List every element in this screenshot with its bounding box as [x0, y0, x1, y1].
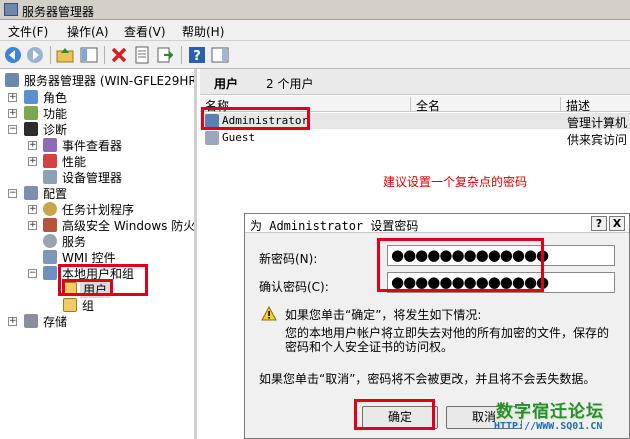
delete-icon[interactable]	[110, 46, 128, 64]
device-manager-icon	[43, 170, 57, 184]
diagnostics-icon	[24, 122, 38, 136]
panel-icon[interactable]	[211, 46, 229, 64]
wmi-icon	[43, 250, 57, 264]
cancel-info: 如果您单击“取消”，密码将不会被更改，并且将不会丢失数据。	[259, 372, 596, 386]
watermark-url: HTTP://WWW.SQ01.CN	[494, 421, 603, 432]
toolbar: ?	[0, 41, 630, 69]
properties-icon[interactable]	[133, 46, 151, 64]
menu-view[interactable]: 查看(V)	[124, 23, 166, 40]
expand-icon[interactable]: +	[28, 221, 37, 230]
tree-root[interactable]: 服务器管理器 (WIN-GFLE29HROU	[0, 72, 194, 88]
svg-text:?: ?	[193, 49, 201, 64]
dialog-title-bar: 为 Administrator 设置密码 ? X	[245, 214, 629, 233]
expand-icon[interactable]: +	[28, 141, 37, 150]
tree-item-storage[interactable]: + 存储	[0, 313, 194, 329]
column-header: 名称 全名 描述	[200, 96, 630, 113]
server-icon	[5, 73, 19, 87]
forward-icon[interactable]	[26, 46, 44, 64]
collapse-icon[interactable]: −	[8, 125, 17, 134]
table-row[interactable]: Guest 供来宾访问	[200, 130, 630, 147]
back-icon[interactable]	[4, 46, 22, 64]
export-icon[interactable]	[156, 46, 174, 64]
menu-file[interactable]: 文件(F)	[8, 23, 48, 40]
roles-icon	[24, 90, 38, 104]
menu-action[interactable]: 操作(A)	[67, 23, 109, 40]
tree-item-configuration[interactable]: − 配置	[0, 185, 194, 201]
event-viewer-icon	[43, 138, 57, 152]
tree-item-device-manager[interactable]: 设备管理器	[0, 169, 194, 185]
expand-icon[interactable]: +	[8, 317, 17, 326]
performance-icon	[43, 154, 57, 168]
col-name[interactable]: 名称	[200, 97, 411, 113]
user-count: 2 个用户	[266, 77, 314, 91]
tree-item-roles[interactable]: + 角色	[0, 89, 194, 105]
configuration-icon	[24, 186, 38, 200]
gear-icon	[43, 234, 57, 248]
table-row[interactable]: Administrator 管理计算机	[200, 113, 630, 130]
features-icon	[24, 106, 38, 120]
user-icon	[205, 131, 219, 145]
tree-item-performance[interactable]: + 性能	[0, 153, 194, 169]
storage-icon	[24, 314, 38, 328]
dialog-title: 为 Administrator 设置密码	[250, 219, 419, 233]
tree-item-wmi[interactable]: WMI 控件	[0, 249, 194, 265]
warning-line-1: 如果您单击“确定”，将发生如下情况:	[285, 308, 482, 322]
tree-item-services[interactable]: 服务	[0, 233, 194, 249]
help-button[interactable]: ?	[591, 216, 607, 231]
new-password-field[interactable]: ●●●●●●●●●●●●●	[387, 245, 615, 266]
expand-icon[interactable]: +	[8, 93, 17, 102]
site-watermark: 数字宿迁论坛 HTTP://WWW.SQ01.CN	[492, 395, 630, 439]
new-password-label: 新密码(N):	[259, 252, 318, 266]
detail-title: 用户	[214, 77, 239, 91]
menu-help[interactable]: 帮助(H)	[182, 23, 224, 40]
tree-item-features[interactable]: + 功能	[0, 105, 194, 121]
watermark-text: 数字宿迁论坛	[496, 402, 604, 422]
window-title: 服务器管理器	[22, 5, 95, 19]
clock-icon	[43, 202, 57, 216]
ok-button[interactable]: 确定	[362, 406, 438, 429]
recommendation-note: 建议设置一个复杂点的密码	[383, 175, 528, 189]
tree-item-firewall[interactable]: + 高级安全 Windows 防火墙	[0, 217, 194, 233]
col-fullname[interactable]: 全名	[411, 97, 561, 113]
warning-icon	[261, 306, 277, 321]
detail-header: 用户 2 个用户	[200, 69, 630, 95]
navigation-tree: 服务器管理器 (WIN-GFLE29HROU + 角色 + 功能 − 诊断 + …	[0, 69, 197, 439]
expand-icon[interactable]: +	[8, 109, 17, 118]
confirm-password-label: 确认密码(C):	[259, 280, 329, 294]
warning-line-3: 密码和个人安全证书的访问权。	[285, 340, 454, 354]
collapse-icon[interactable]: −	[8, 189, 17, 198]
help-icon[interactable]: ?	[188, 46, 206, 64]
col-description[interactable]: 描述	[561, 97, 630, 113]
view-icon[interactable]	[80, 46, 98, 64]
tree-item-users[interactable]: 用户	[0, 281, 194, 298]
tree-item-task-scheduler[interactable]: + 任务计划程序	[0, 201, 194, 217]
firewall-icon	[43, 218, 57, 232]
server-manager-icon	[4, 3, 18, 16]
tree-item-local-users-groups[interactable]: − 本地用户和组	[0, 265, 194, 281]
close-button[interactable]: X	[609, 216, 625, 231]
user-icon	[205, 114, 219, 128]
expand-icon[interactable]: +	[28, 205, 37, 214]
confirm-password-field[interactable]: ●●●●●●●●●●●●●	[387, 272, 615, 293]
folder-icon	[63, 298, 77, 312]
up-folder-icon[interactable]	[56, 46, 74, 64]
tree-item-diagnostics[interactable]: − 诊断	[0, 121, 194, 137]
collapse-icon[interactable]: −	[28, 269, 37, 278]
expand-icon[interactable]: +	[28, 157, 37, 166]
menu-bar: 文件(F) 操作(A) 查看(V) 帮助(H)	[0, 20, 630, 41]
title-bar: 服务器管理器	[0, 0, 630, 20]
folder-icon	[63, 282, 77, 296]
tree-item-event-viewer[interactable]: + 事件查看器	[0, 137, 194, 153]
tree-item-groups[interactable]: 组	[0, 297, 194, 313]
users-group-icon	[43, 266, 57, 280]
